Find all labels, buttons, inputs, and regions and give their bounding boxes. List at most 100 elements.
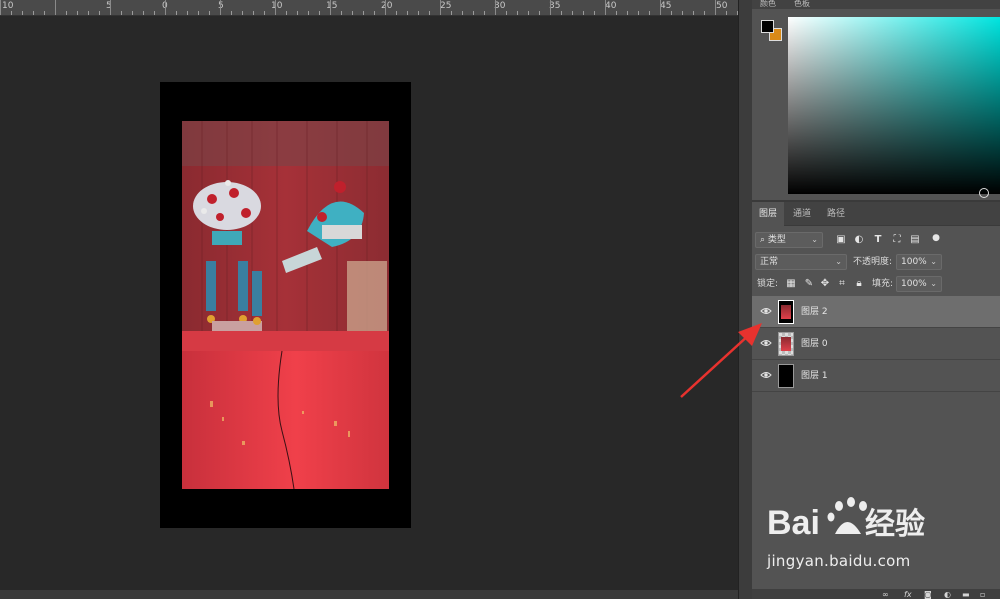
ruler-tick bbox=[583, 11, 584, 15]
chevron-down-icon: ⌄ bbox=[930, 257, 937, 266]
ruler-tick bbox=[484, 11, 485, 15]
visibility-eye-icon[interactable] bbox=[760, 370, 772, 380]
smart-object-filter-icon[interactable]: ▤ bbox=[909, 234, 921, 246]
ruler-tick bbox=[0, 0, 1, 15]
color-picker-field[interactable] bbox=[788, 17, 1000, 194]
blend-mode-value: 正常 bbox=[760, 257, 779, 267]
visibility-eye-icon[interactable] bbox=[760, 338, 772, 348]
layer-name: 图层 1 bbox=[801, 371, 828, 381]
ruler-tick bbox=[550, 0, 551, 15]
ruler-tick bbox=[363, 11, 364, 15]
link-icon[interactable]: ∞ bbox=[882, 589, 889, 599]
shape-filter-icon[interactable]: ⛶ bbox=[891, 234, 903, 246]
foreground-color-swatch[interactable] bbox=[761, 20, 774, 33]
filter-kind-select[interactable]: ⌕ 类型 ⌄ bbox=[755, 232, 823, 248]
adjustment-filter-icon[interactable]: ◐ bbox=[853, 234, 865, 246]
tab-color[interactable]: 颜色 bbox=[760, 0, 776, 9]
horizontal-ruler[interactable]: 10 5 0 5 10 15 20 25 30 35 40 45 50 bbox=[0, 0, 738, 16]
blend-row: 正常 ⌄ 不透明度: 100% ⌄ bbox=[752, 254, 1000, 272]
ruler-tick bbox=[682, 11, 683, 15]
ruler-tick bbox=[33, 11, 34, 15]
tab-paths[interactable]: 路径 bbox=[820, 202, 852, 226]
ruler-tick bbox=[539, 11, 540, 15]
ruler-tick bbox=[385, 0, 386, 15]
adjustment-icon[interactable]: ◐ bbox=[944, 589, 951, 599]
photoshop-window: 10 5 0 5 10 15 20 25 30 35 40 45 50 bbox=[0, 0, 1000, 599]
ruler-tick bbox=[308, 11, 309, 15]
opacity-input[interactable]: 100% ⌄ bbox=[896, 254, 942, 270]
ruler-tick bbox=[572, 11, 573, 15]
pixel-filter-icon[interactable]: ▣ bbox=[835, 234, 847, 246]
ruler-tick bbox=[726, 11, 727, 15]
lock-image-pixels-icon[interactable]: ✎ bbox=[803, 278, 815, 290]
ruler-label: 50 bbox=[716, 1, 728, 11]
ruler-tick bbox=[517, 11, 518, 15]
layer-name: 图层 2 bbox=[801, 307, 828, 317]
opacity-value: 100% bbox=[901, 257, 927, 267]
ruler-tick bbox=[638, 11, 639, 15]
ruler-tick bbox=[286, 11, 287, 15]
mask-icon[interactable]: ◙ bbox=[924, 589, 932, 599]
tab-channels[interactable]: 通道 bbox=[786, 202, 818, 226]
ruler-tick bbox=[264, 11, 265, 15]
ruler-tick bbox=[330, 0, 331, 15]
ruler-tick bbox=[165, 0, 166, 15]
ruler-tick bbox=[396, 11, 397, 15]
ruler-tick bbox=[143, 11, 144, 15]
ruler-tick bbox=[561, 11, 562, 15]
ruler-tick bbox=[209, 11, 210, 15]
ruler-tick bbox=[55, 0, 56, 15]
layers-panel-tabs: 图层 通道 路径 bbox=[752, 202, 1000, 226]
type-filter-icon[interactable]: T bbox=[872, 234, 884, 246]
ruler-label: 45 bbox=[660, 1, 672, 11]
ruler-tick bbox=[605, 0, 606, 15]
ruler-tick bbox=[132, 11, 133, 15]
layer-filter-row: ⌕ 类型 ⌄ ▣ ◐ T ⛶ ▤ ● bbox=[752, 232, 1000, 250]
group-icon[interactable]: ▬ bbox=[962, 589, 970, 599]
ruler-tick bbox=[11, 11, 12, 15]
lock-transparent-pixels-icon[interactable]: ▦ bbox=[785, 278, 797, 290]
artboard-lock-icon[interactable]: ⌗ bbox=[836, 278, 848, 290]
layer-row-0[interactable]: 图层 0 bbox=[752, 328, 1000, 360]
new-layer-icon[interactable]: ▫ bbox=[980, 589, 985, 599]
fx-icon[interactable]: fx bbox=[904, 589, 912, 599]
ruler-label: 10 bbox=[271, 1, 283, 11]
ruler-tick bbox=[297, 11, 298, 15]
ruler-tick bbox=[319, 11, 320, 15]
tab-layers[interactable]: 图层 bbox=[752, 202, 785, 226]
visibility-eye-icon[interactable] bbox=[760, 306, 772, 316]
lock-all-icon[interactable]: 🔒︎ bbox=[853, 278, 865, 290]
ruler-tick bbox=[110, 0, 111, 15]
ruler-tick bbox=[495, 0, 496, 15]
fill-label: 填充: bbox=[872, 279, 894, 289]
ruler-tick bbox=[473, 11, 474, 15]
ruler-tick bbox=[528, 11, 529, 15]
color-picker-cursor[interactable] bbox=[979, 188, 989, 198]
ruler-tick bbox=[616, 11, 617, 15]
lock-row: 锁定: ▦ ✎ ✥ ⌗ 🔒︎ 填充: 100% ⌄ bbox=[752, 276, 1000, 294]
filter-toggle-icon[interactable]: ● bbox=[930, 232, 942, 244]
opera-headdress-photo bbox=[182, 121, 389, 489]
ruler-tick bbox=[440, 0, 441, 15]
opacity-label: 不透明度: bbox=[853, 257, 893, 267]
ruler-tick bbox=[407, 11, 408, 15]
ruler-tick bbox=[660, 0, 661, 15]
ruler-label: 40 bbox=[605, 1, 617, 11]
chevron-down-icon: ⌄ bbox=[930, 279, 937, 288]
ruler-tick bbox=[429, 11, 430, 15]
color-panel-tabs: 颜色 色板 bbox=[752, 0, 1000, 9]
layer-row-1[interactable]: 图层 1 bbox=[752, 360, 1000, 392]
ruler-tick bbox=[242, 11, 243, 15]
layers-panel-footer: ∞ fx ◙ ◐ ▬ ▫ bbox=[752, 589, 1000, 599]
layer-row-2[interactable]: 图层 2 bbox=[752, 296, 1000, 328]
fill-input[interactable]: 100% ⌄ bbox=[896, 276, 942, 292]
panel-dock-divider[interactable] bbox=[738, 0, 752, 599]
lock-position-icon[interactable]: ✥ bbox=[819, 278, 831, 290]
ruler-tick bbox=[176, 11, 177, 15]
blend-mode-select[interactable]: 正常 ⌄ bbox=[755, 254, 847, 270]
ruler-tick bbox=[594, 11, 595, 15]
canvas-area[interactable] bbox=[0, 17, 738, 590]
tab-swatches[interactable]: 色板 bbox=[794, 0, 810, 9]
chevron-down-icon: ⌄ bbox=[811, 235, 818, 244]
document-canvas[interactable] bbox=[160, 82, 411, 528]
